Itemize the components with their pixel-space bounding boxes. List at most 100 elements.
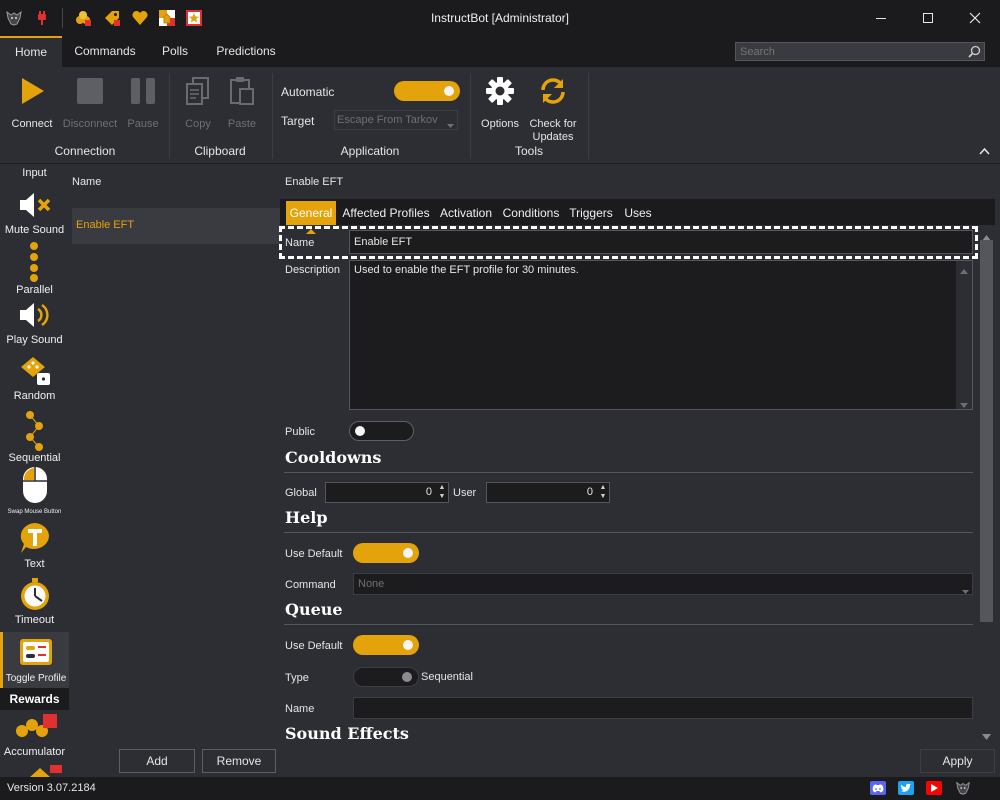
mute-sound-icon bbox=[17, 193, 53, 224]
tab-commands[interactable]: Commands bbox=[70, 36, 140, 67]
tab-home[interactable]: Home bbox=[0, 36, 62, 67]
tab-uses[interactable]: Uses bbox=[621, 201, 655, 225]
search-icon[interactable] bbox=[968, 45, 981, 61]
gear-icon bbox=[484, 75, 516, 110]
dice-icon bbox=[17, 357, 53, 390]
decrement-icon[interactable]: ▼ bbox=[598, 492, 608, 501]
wolf-logo-icon bbox=[955, 781, 971, 795]
queue-use-default-label: Use Default bbox=[285, 640, 343, 652]
tab-triggers[interactable]: Triggers bbox=[566, 201, 616, 225]
tool-swap-mouse-button[interactable]: Swap Mouse Button bbox=[0, 467, 69, 516]
tab-affected-profiles[interactable]: Affected Profiles bbox=[341, 201, 431, 225]
tab-activation[interactable]: Activation bbox=[436, 201, 496, 225]
tool-timeout[interactable]: Timeout bbox=[0, 577, 69, 627]
twitter-icon[interactable] bbox=[898, 781, 914, 795]
tool-parallel[interactable]: Parallel bbox=[0, 241, 69, 297]
application-group-label: Application bbox=[340, 144, 400, 158]
mouse-icon bbox=[17, 467, 53, 508]
queue-type-toggle[interactable] bbox=[353, 667, 419, 687]
connect-button[interactable]: Connect bbox=[6, 75, 58, 131]
play-icon bbox=[17, 76, 47, 109]
description-text: Used to enable the EFT profile for 30 mi… bbox=[354, 264, 579, 276]
check-updates-button[interactable]: Check for Updates bbox=[526, 75, 580, 144]
public-toggle[interactable] bbox=[349, 421, 414, 441]
tool-text[interactable]: Text bbox=[0, 521, 69, 571]
tool-mute-sound[interactable]: Mute Sound bbox=[0, 189, 69, 237]
tool-toggle-profile[interactable]: Toggle Profile bbox=[0, 632, 69, 688]
stop-icon bbox=[75, 76, 105, 109]
copy-button[interactable]: Copy bbox=[177, 75, 219, 131]
text-icon bbox=[17, 523, 53, 558]
global-cooldown-label: Global bbox=[285, 487, 317, 499]
queue-name-field[interactable] bbox=[353, 697, 973, 719]
tool-sequential[interactable]: Sequential bbox=[0, 409, 69, 465]
queue-use-default-toggle[interactable] bbox=[353, 635, 419, 655]
options-button[interactable]: Options bbox=[477, 75, 523, 131]
description-field[interactable]: Used to enable the EFT profile for 30 mi… bbox=[349, 260, 973, 410]
search-input[interactable] bbox=[735, 42, 985, 61]
check-updates-label: Check for Updates bbox=[529, 118, 577, 143]
group-separator bbox=[588, 73, 589, 159]
disconnect-button[interactable]: Disconnect bbox=[60, 75, 120, 131]
tab-conditions[interactable]: Conditions bbox=[501, 201, 561, 225]
collapse-ribbon-icon[interactable] bbox=[979, 144, 990, 158]
title-bar: InstructBot [Administrator] bbox=[0, 0, 1000, 36]
minimize-icon[interactable] bbox=[858, 0, 904, 36]
stopwatch-icon bbox=[17, 578, 53, 614]
apply-button[interactable]: Apply bbox=[920, 749, 995, 773]
scroll-up-icon bbox=[960, 265, 968, 277]
user-cooldown-input[interactable]: 0 bbox=[486, 482, 610, 503]
queue-name-label: Name bbox=[285, 703, 315, 715]
chevron-down-icon bbox=[962, 582, 969, 602]
list-header-name: Name bbox=[72, 176, 102, 188]
divider bbox=[284, 472, 973, 473]
connection-group-label: Connection bbox=[54, 144, 116, 158]
tab-general[interactable]: General bbox=[286, 201, 336, 225]
sound-effects-header: Sound Effects bbox=[285, 724, 409, 743]
copy-label: Copy bbox=[185, 118, 211, 130]
paste-button[interactable]: Paste bbox=[220, 75, 264, 131]
help-use-default-toggle[interactable] bbox=[353, 543, 419, 563]
tool-next-partial bbox=[28, 765, 66, 777]
increment-icon[interactable]: ▲ bbox=[437, 483, 447, 492]
close-icon[interactable] bbox=[952, 0, 998, 36]
speaker-icon bbox=[17, 303, 53, 334]
target-select[interactable]: Escape From Tarkov bbox=[334, 110, 458, 130]
description-label: Description bbox=[285, 264, 341, 276]
youtube-icon[interactable] bbox=[926, 781, 942, 795]
command-select[interactable]: None bbox=[353, 573, 973, 595]
automatic-label: Automatic bbox=[281, 85, 335, 99]
toolbox-panel: Input Mute Sound Parallel Play Sound Ran… bbox=[0, 165, 69, 777]
increment-icon[interactable]: ▲ bbox=[598, 483, 608, 492]
group-separator bbox=[169, 73, 170, 159]
pause-button[interactable]: Pause bbox=[121, 75, 165, 131]
tab-polls[interactable]: Polls bbox=[152, 36, 198, 67]
add-button[interactable]: Add bbox=[119, 749, 195, 773]
remove-button[interactable]: Remove bbox=[202, 749, 276, 773]
discord-icon[interactable] bbox=[870, 781, 886, 795]
command-list-panel: Name Enable EFT Add Remove bbox=[70, 165, 280, 777]
command-label: Command bbox=[285, 579, 336, 591]
tool-random[interactable]: Random bbox=[0, 355, 69, 403]
chevron-down-icon bbox=[447, 118, 454, 132]
maximize-icon[interactable] bbox=[905, 0, 951, 36]
highlight-box bbox=[279, 226, 978, 259]
target-value: Escape From Tarkov bbox=[337, 114, 438, 126]
automatic-toggle[interactable] bbox=[394, 81, 460, 101]
target-label: Target bbox=[281, 114, 315, 128]
ribbon: Connect Disconnect Pause Connection Copy… bbox=[0, 67, 1000, 164]
tool-accumulator[interactable]: Accumulator bbox=[0, 713, 69, 759]
connect-label: Connect bbox=[11, 118, 53, 130]
decrement-icon[interactable]: ▼ bbox=[437, 492, 447, 501]
options-label: Options bbox=[481, 118, 519, 130]
tool-play-sound[interactable]: Play Sound bbox=[0, 299, 69, 347]
cooldowns-header: Cooldowns bbox=[285, 448, 382, 467]
scroll-thumb[interactable] bbox=[980, 240, 993, 622]
refresh-icon bbox=[537, 75, 569, 110]
global-cooldown-input[interactable]: 0 bbox=[325, 482, 449, 503]
tab-predictions[interactable]: Predictions bbox=[212, 36, 280, 67]
description-scrollbar[interactable] bbox=[956, 261, 972, 409]
queue-type-value: Sequential bbox=[421, 671, 473, 683]
list-item[interactable]: Enable EFT bbox=[72, 208, 280, 244]
detail-scrollbar[interactable] bbox=[978, 226, 995, 741]
